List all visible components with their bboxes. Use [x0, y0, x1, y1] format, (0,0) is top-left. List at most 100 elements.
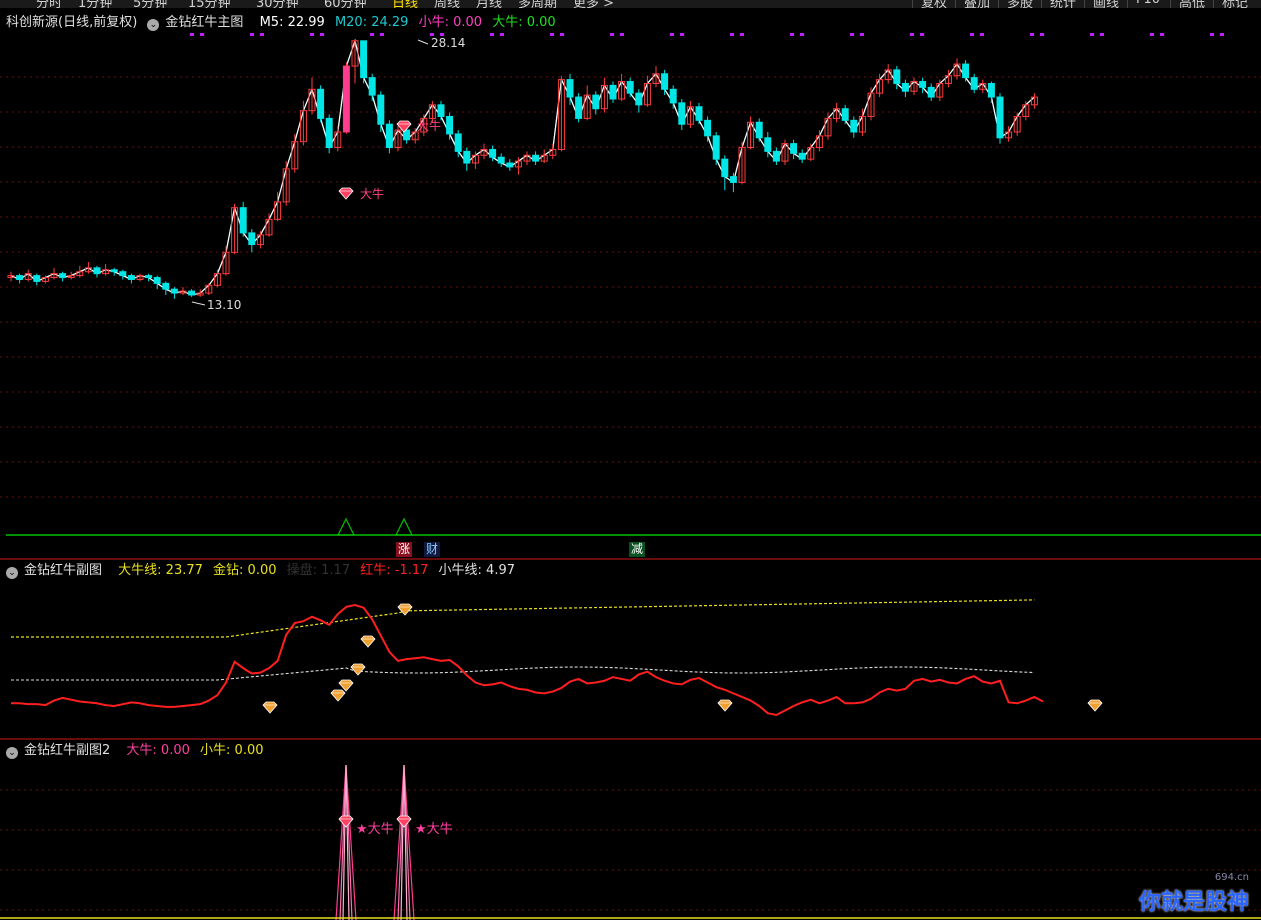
- candle-body: [712, 135, 720, 160]
- candle-body: [764, 137, 772, 152]
- sub1-chart[interactable]: [0, 580, 1261, 740]
- candle-body: [385, 123, 393, 149]
- candle-body: [704, 119, 712, 137]
- candlestick-chart[interactable]: [0, 30, 1261, 560]
- sub2-signal-label-2: ★大牛: [415, 822, 453, 837]
- candle-body: [497, 156, 505, 164]
- candle-body: [798, 152, 806, 160]
- diamond-icon: [262, 701, 278, 714]
- chevron-down-icon[interactable]: ⌄: [6, 747, 18, 759]
- period-6[interactable]: 日线: [392, 0, 418, 8]
- candle-body: [127, 275, 135, 280]
- candle-body: [368, 77, 376, 96]
- xiaoniu-value: 小牛: 0.00: [418, 15, 483, 30]
- candle-body: [919, 81, 927, 88]
- diamond-icon: [397, 603, 413, 616]
- toolbar-button-3[interactable]: 统计: [1041, 0, 1085, 8]
- candle-body: [317, 88, 325, 119]
- m20-value: M20: 24.29: [334, 15, 409, 30]
- high-price-label: 28.14: [431, 36, 466, 50]
- m5-value: M5: 22.99: [259, 15, 325, 30]
- toolbar-button-7[interactable]: 标记: [1213, 0, 1257, 8]
- toolbar-button-1[interactable]: 叠加: [955, 0, 999, 8]
- diamond-icon: [1087, 699, 1103, 712]
- sub2-signal-label-1: ★大牛: [356, 822, 394, 837]
- toolbar-button-2[interactable]: 多股: [998, 0, 1042, 8]
- sub2-xiaoniu-value: 小牛: 0.00: [200, 743, 264, 758]
- period-3[interactable]: 15分钟: [188, 0, 231, 8]
- candle-body: [325, 117, 333, 149]
- period-toolbar: 分时 1分钟 5分钟 15分钟 30分钟 60分钟 日线 周线 月线 多周期 更多 > 复权 叠加 多股…: [0, 0, 1261, 8]
- diamond-icon: [338, 679, 354, 692]
- period-10[interactable]: 更多 >: [573, 0, 614, 8]
- period-7[interactable]: 周线: [434, 0, 460, 8]
- tag-zhang[interactable]: 涨: [396, 542, 413, 557]
- tag-cai[interactable]: 财: [424, 542, 441, 557]
- period-2[interactable]: 5分钟: [133, 0, 167, 8]
- candle-body: [695, 106, 703, 121]
- period-1[interactable]: 1分钟: [78, 0, 112, 8]
- candle-body: [145, 275, 153, 279]
- candle-body: [609, 84, 617, 100]
- candle-body: [970, 77, 978, 90]
- candle-body: [850, 119, 858, 133]
- daniu-signal-label-2: 大牛: [417, 119, 442, 133]
- candle-body: [592, 94, 600, 110]
- sub2-daniu-value: 大牛: 0.00: [126, 743, 190, 758]
- candle-body: [962, 63, 970, 79]
- diamond-icon: [717, 699, 733, 712]
- candle-body: [790, 143, 798, 154]
- stock-name[interactable]: 科创新源(日线,前复权): [6, 15, 137, 30]
- candle-body: [772, 150, 780, 162]
- candle-body: [901, 82, 909, 92]
- candle-body: [996, 96, 1004, 139]
- toolbar-button-4[interactable]: 画线: [1084, 0, 1128, 8]
- candle-body: [721, 158, 729, 178]
- period-5[interactable]: 60分钟: [324, 0, 367, 8]
- daniu-line-value: 大牛线: 23.77: [118, 563, 203, 578]
- candle-body: [987, 82, 995, 98]
- caopan-value: 操盘: 1.17: [286, 563, 351, 578]
- candle-body: [437, 104, 445, 117]
- main-chart-header: 科创新源(日线,前复权) ⌄ 金钻红牛主图 M5: 22.99 M20: 24.2…: [6, 15, 562, 31]
- candle-body: [446, 115, 454, 135]
- toolbar-button-0[interactable]: 复权: [912, 0, 956, 8]
- candle-body: [489, 148, 497, 158]
- candle-body: [119, 271, 127, 277]
- candle-body: [635, 92, 643, 106]
- tag-jian[interactable]: 减: [629, 542, 646, 557]
- candle-body: [188, 290, 196, 296]
- low-price-label: 13.10: [207, 298, 242, 312]
- ma5-line: [10, 38, 1035, 296]
- diamond-icon: [330, 689, 346, 702]
- sub1-indicator-menu[interactable]: ⌄ 金钻红牛副图: [6, 563, 108, 579]
- xiaoniu-line-value: 小牛线: 4.97: [438, 563, 516, 578]
- diamond-icon: [350, 663, 366, 676]
- candle-body: [669, 88, 677, 104]
- candle-body: [532, 154, 540, 162]
- triangle-signal-icon: [395, 517, 413, 536]
- diamond-icon: [338, 815, 354, 828]
- period-0[interactable]: 分时: [36, 0, 62, 8]
- diamond-icon: [396, 815, 412, 828]
- hongniu-value: 红牛: -1.17: [360, 563, 429, 578]
- indicator-menu[interactable]: ⌄ 金钻红牛主图: [147, 15, 249, 31]
- triangle-signal-icon: [337, 517, 355, 536]
- sub2-header: ⌄ 金钻红牛副图2 大牛: 0.00 小牛: 0.00: [6, 743, 270, 759]
- candle-body: [755, 121, 763, 139]
- candle-body: [16, 275, 24, 280]
- period-8[interactable]: 月线: [476, 0, 502, 8]
- sub2-chart[interactable]: [0, 760, 1261, 920]
- chevron-down-icon[interactable]: ⌄: [6, 567, 18, 579]
- daniu-line: [11, 599, 1035, 638]
- daniu-signal-label-1: 大牛: [360, 187, 385, 201]
- candle-body: [566, 79, 574, 98]
- toolbar-button-5[interactable]: F10: [1127, 0, 1171, 8]
- period-9[interactable]: 多周期: [518, 0, 557, 8]
- sub2-indicator-menu[interactable]: ⌄ 金钻红牛副图2: [6, 743, 116, 759]
- candle-body: [661, 73, 669, 90]
- candle-body: [153, 277, 161, 284]
- period-4[interactable]: 30分钟: [256, 0, 299, 8]
- toolbar-button-6[interactable]: 高低: [1170, 0, 1214, 8]
- xiaoniu-line: [11, 666, 1035, 681]
